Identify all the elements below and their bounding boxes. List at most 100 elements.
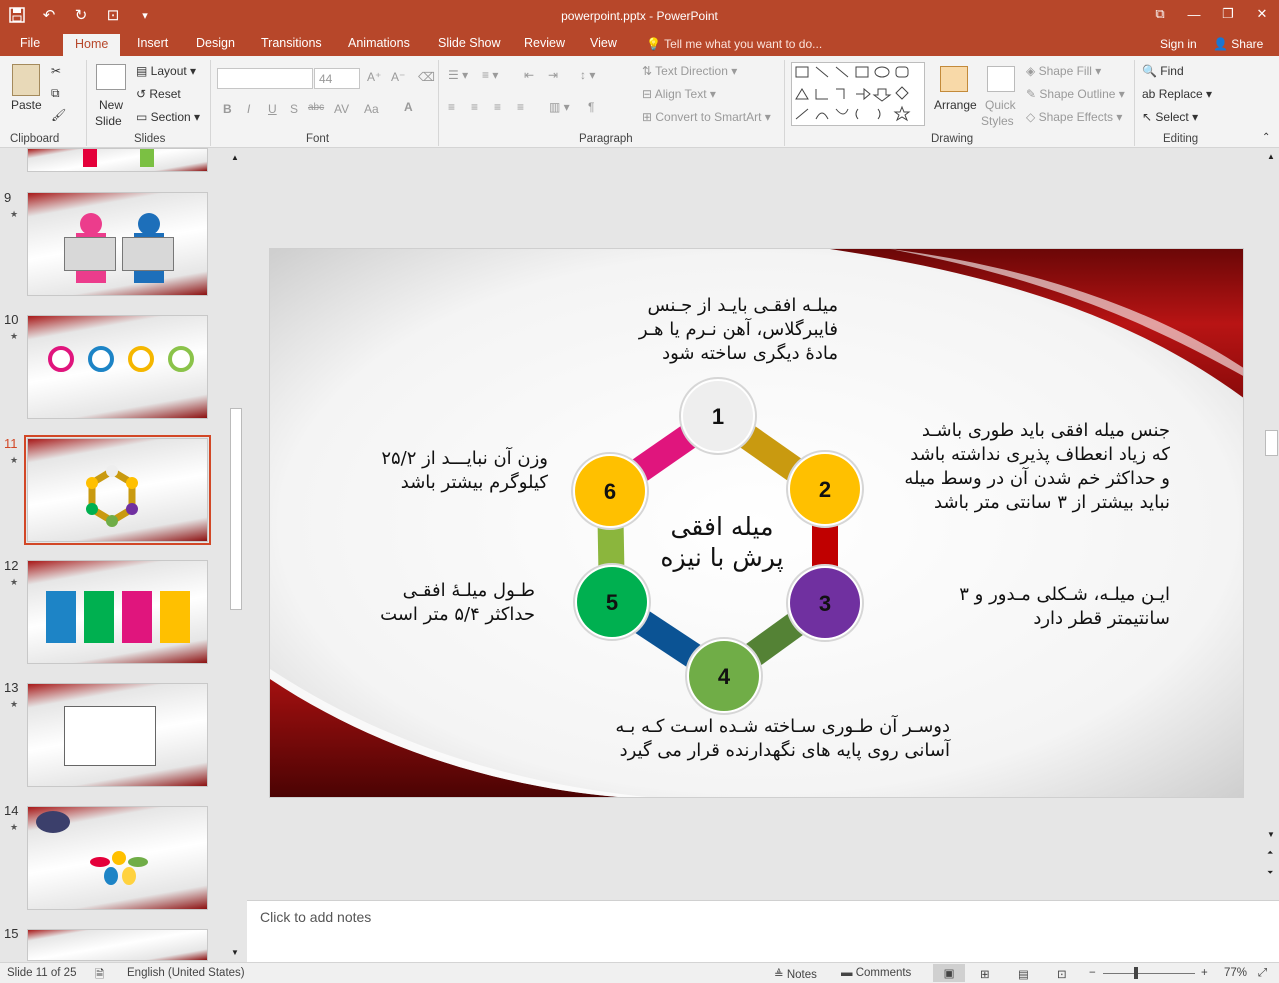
increase-font-icon[interactable]: A⁺ — [367, 70, 381, 84]
arrange-icon[interactable] — [940, 66, 968, 92]
scroll-down-icon[interactable]: ▼ — [1267, 830, 1275, 839]
new-slide-label-2[interactable]: Slide — [95, 114, 122, 128]
slide-thumbnail-15[interactable] — [27, 929, 208, 961]
tab-animations[interactable]: Animations — [348, 36, 410, 50]
find-button[interactable]: 🔍 Find — [1142, 64, 1184, 78]
current-slide[interactable]: 1 2 3 4 5 6 میله افقی پرش با نیزه میلـه … — [269, 248, 1244, 798]
strikethrough-button[interactable]: abc — [308, 102, 324, 113]
slide-thumbnail-10[interactable] — [27, 315, 208, 419]
thumbnail-scroll-thumb[interactable] — [230, 408, 242, 610]
cut-icon[interactable]: ✂ — [51, 64, 61, 78]
notes-toggle[interactable]: ≜ Notes — [774, 967, 817, 981]
slide-thumbnail-9[interactable] — [27, 192, 208, 296]
slide-thumbnail-11[interactable] — [24, 435, 211, 545]
quick-styles-label[interactable]: Quick — [985, 98, 1016, 112]
decrease-font-icon[interactable]: A⁻ — [391, 70, 405, 84]
text-direction-rtl-icon[interactable]: ¶ — [588, 100, 594, 114]
increase-indent-icon[interactable]: ⇥ — [548, 68, 558, 82]
font-name-box[interactable] — [217, 68, 313, 89]
notes-pane[interactable]: Click to add notes — [247, 900, 1279, 962]
ribbon-display-options-icon[interactable]: ⧉ — [1143, 0, 1177, 28]
maximize-icon[interactable]: ❐ — [1211, 0, 1245, 28]
line-spacing-icon[interactable]: ↕ ▾ — [580, 68, 595, 82]
normal-view-icon[interactable]: ▣ — [933, 964, 965, 982]
next-slide-icon[interactable]: ⏷ — [1267, 868, 1273, 878]
tab-file[interactable]: File — [20, 36, 40, 50]
select-button[interactable]: ↖ Select ▾ — [1142, 110, 1198, 124]
tab-home[interactable]: Home — [63, 34, 121, 56]
previous-slide-icon[interactable]: ⏶ — [1267, 848, 1273, 858]
close-icon[interactable]: ✕ — [1245, 0, 1279, 28]
zoom-slider-track[interactable] — [1103, 973, 1195, 974]
shape-effects-button[interactable]: ◇ Shape Effects ▾ — [1026, 110, 1122, 124]
scroll-down-icon[interactable]: ▼ — [231, 948, 239, 957]
align-right-icon[interactable]: ≡ — [494, 100, 501, 114]
shadow-button[interactable]: S — [290, 102, 298, 116]
new-slide-icon[interactable] — [96, 64, 126, 90]
shapes-gallery[interactable] — [791, 62, 925, 126]
zoom-in-icon[interactable]: + — [1201, 967, 1208, 979]
tab-slide-show[interactable]: Slide Show — [438, 36, 501, 50]
shape-fill-button[interactable]: ◈ Shape Fill ▾ — [1026, 64, 1101, 78]
paste-button[interactable]: Paste — [11, 98, 42, 112]
share-button[interactable]: 👤 Share — [1213, 37, 1263, 51]
clear-formatting-icon[interactable]: ⌫ — [418, 70, 435, 84]
tab-view[interactable]: View — [590, 36, 617, 50]
columns-icon[interactable]: ▥ ▾ — [549, 100, 570, 114]
spell-check-icon[interactable]: 🗎 — [95, 967, 104, 983]
align-center-icon[interactable]: ≡ — [471, 100, 478, 114]
format-painter-icon[interactable]: 🖌 — [51, 108, 66, 122]
tab-review[interactable]: Review — [524, 36, 565, 50]
quick-styles-label-2[interactable]: Styles — [981, 114, 1014, 128]
sign-in-link[interactable]: Sign in — [1160, 37, 1197, 51]
section-button[interactable]: ▭ Section ▾ — [136, 110, 200, 124]
slide-sorter-icon[interactable]: ⊞ — [980, 967, 990, 981]
quick-styles-icon[interactable] — [987, 66, 1015, 92]
tab-design[interactable]: Design — [196, 36, 235, 50]
character-spacing-button[interactable]: AV — [334, 102, 349, 116]
zoom-slider-thumb[interactable] — [1134, 967, 1138, 979]
change-case-button[interactable]: Aa — [364, 102, 379, 116]
language-indicator[interactable]: English (United States) — [127, 967, 245, 979]
tell-me-search[interactable]: 💡 Tell me what you want to do... — [646, 37, 822, 51]
scroll-up-icon[interactable]: ▲ — [231, 153, 239, 162]
convert-smartart-button[interactable]: ⊞ Convert to SmartArt ▾ — [642, 110, 771, 124]
notes-placeholder[interactable]: Click to add notes — [260, 909, 371, 925]
numbering-icon[interactable]: ≡ ▾ — [482, 68, 498, 82]
comments-toggle[interactable]: ▬ Comments — [841, 967, 911, 979]
slide-scroll-thumb[interactable] — [1265, 430, 1278, 456]
shape-outline-button[interactable]: ✎ Shape Outline ▾ — [1026, 87, 1125, 101]
collapse-ribbon-icon[interactable]: ⌃ — [1262, 132, 1270, 143]
slide-show-icon[interactable]: ⊡ — [1057, 967, 1067, 981]
justify-icon[interactable]: ≡ — [517, 100, 524, 114]
bold-button[interactable]: B — [223, 102, 232, 116]
scroll-up-icon[interactable]: ▲ — [1267, 152, 1275, 161]
arrange-button[interactable]: Arrange — [934, 98, 977, 112]
align-text-button[interactable]: ⊟ Align Text ▾ — [642, 87, 716, 101]
slide-thumbnail-13[interactable] — [27, 683, 208, 787]
align-left-icon[interactable]: ≡ — [448, 100, 455, 114]
tab-transitions[interactable]: Transitions — [261, 36, 322, 50]
font-color-icon[interactable]: A — [404, 100, 413, 114]
new-slide-label[interactable]: New — [99, 98, 123, 112]
slide-scrollbar[interactable]: ▲ ▼ ⏶ ⏷ — [1264, 148, 1279, 900]
decrease-indent-icon[interactable]: ⇤ — [524, 68, 534, 82]
replace-button[interactable]: ab Replace ▾ — [1142, 87, 1212, 101]
layout-button[interactable]: ▤ Layout ▾ — [136, 64, 196, 78]
zoom-out-icon[interactable]: − — [1089, 967, 1096, 979]
reading-view-icon[interactable]: ▤ — [1018, 967, 1029, 981]
fit-to-window-icon[interactable]: ⤢ — [1258, 967, 1267, 980]
copy-icon[interactable]: ⧉ — [51, 86, 60, 101]
zoom-level[interactable]: 77% — [1224, 967, 1247, 979]
reset-button[interactable]: ↺ Reset — [136, 87, 181, 101]
slide-thumbnail-14[interactable] — [27, 806, 208, 910]
paste-icon[interactable] — [12, 64, 40, 96]
minimize-icon[interactable]: — — [1177, 0, 1211, 28]
font-size-box[interactable]: 44 — [314, 68, 360, 89]
tab-insert[interactable]: Insert — [137, 36, 168, 50]
text-direction-button[interactable]: ⇅ Text Direction ▾ — [642, 64, 737, 78]
italic-button[interactable]: I — [247, 102, 250, 116]
slide-thumbnail-8[interactable] — [27, 148, 208, 172]
slide-thumbnail-12[interactable] — [27, 560, 208, 664]
underline-button[interactable]: U — [268, 102, 277, 116]
